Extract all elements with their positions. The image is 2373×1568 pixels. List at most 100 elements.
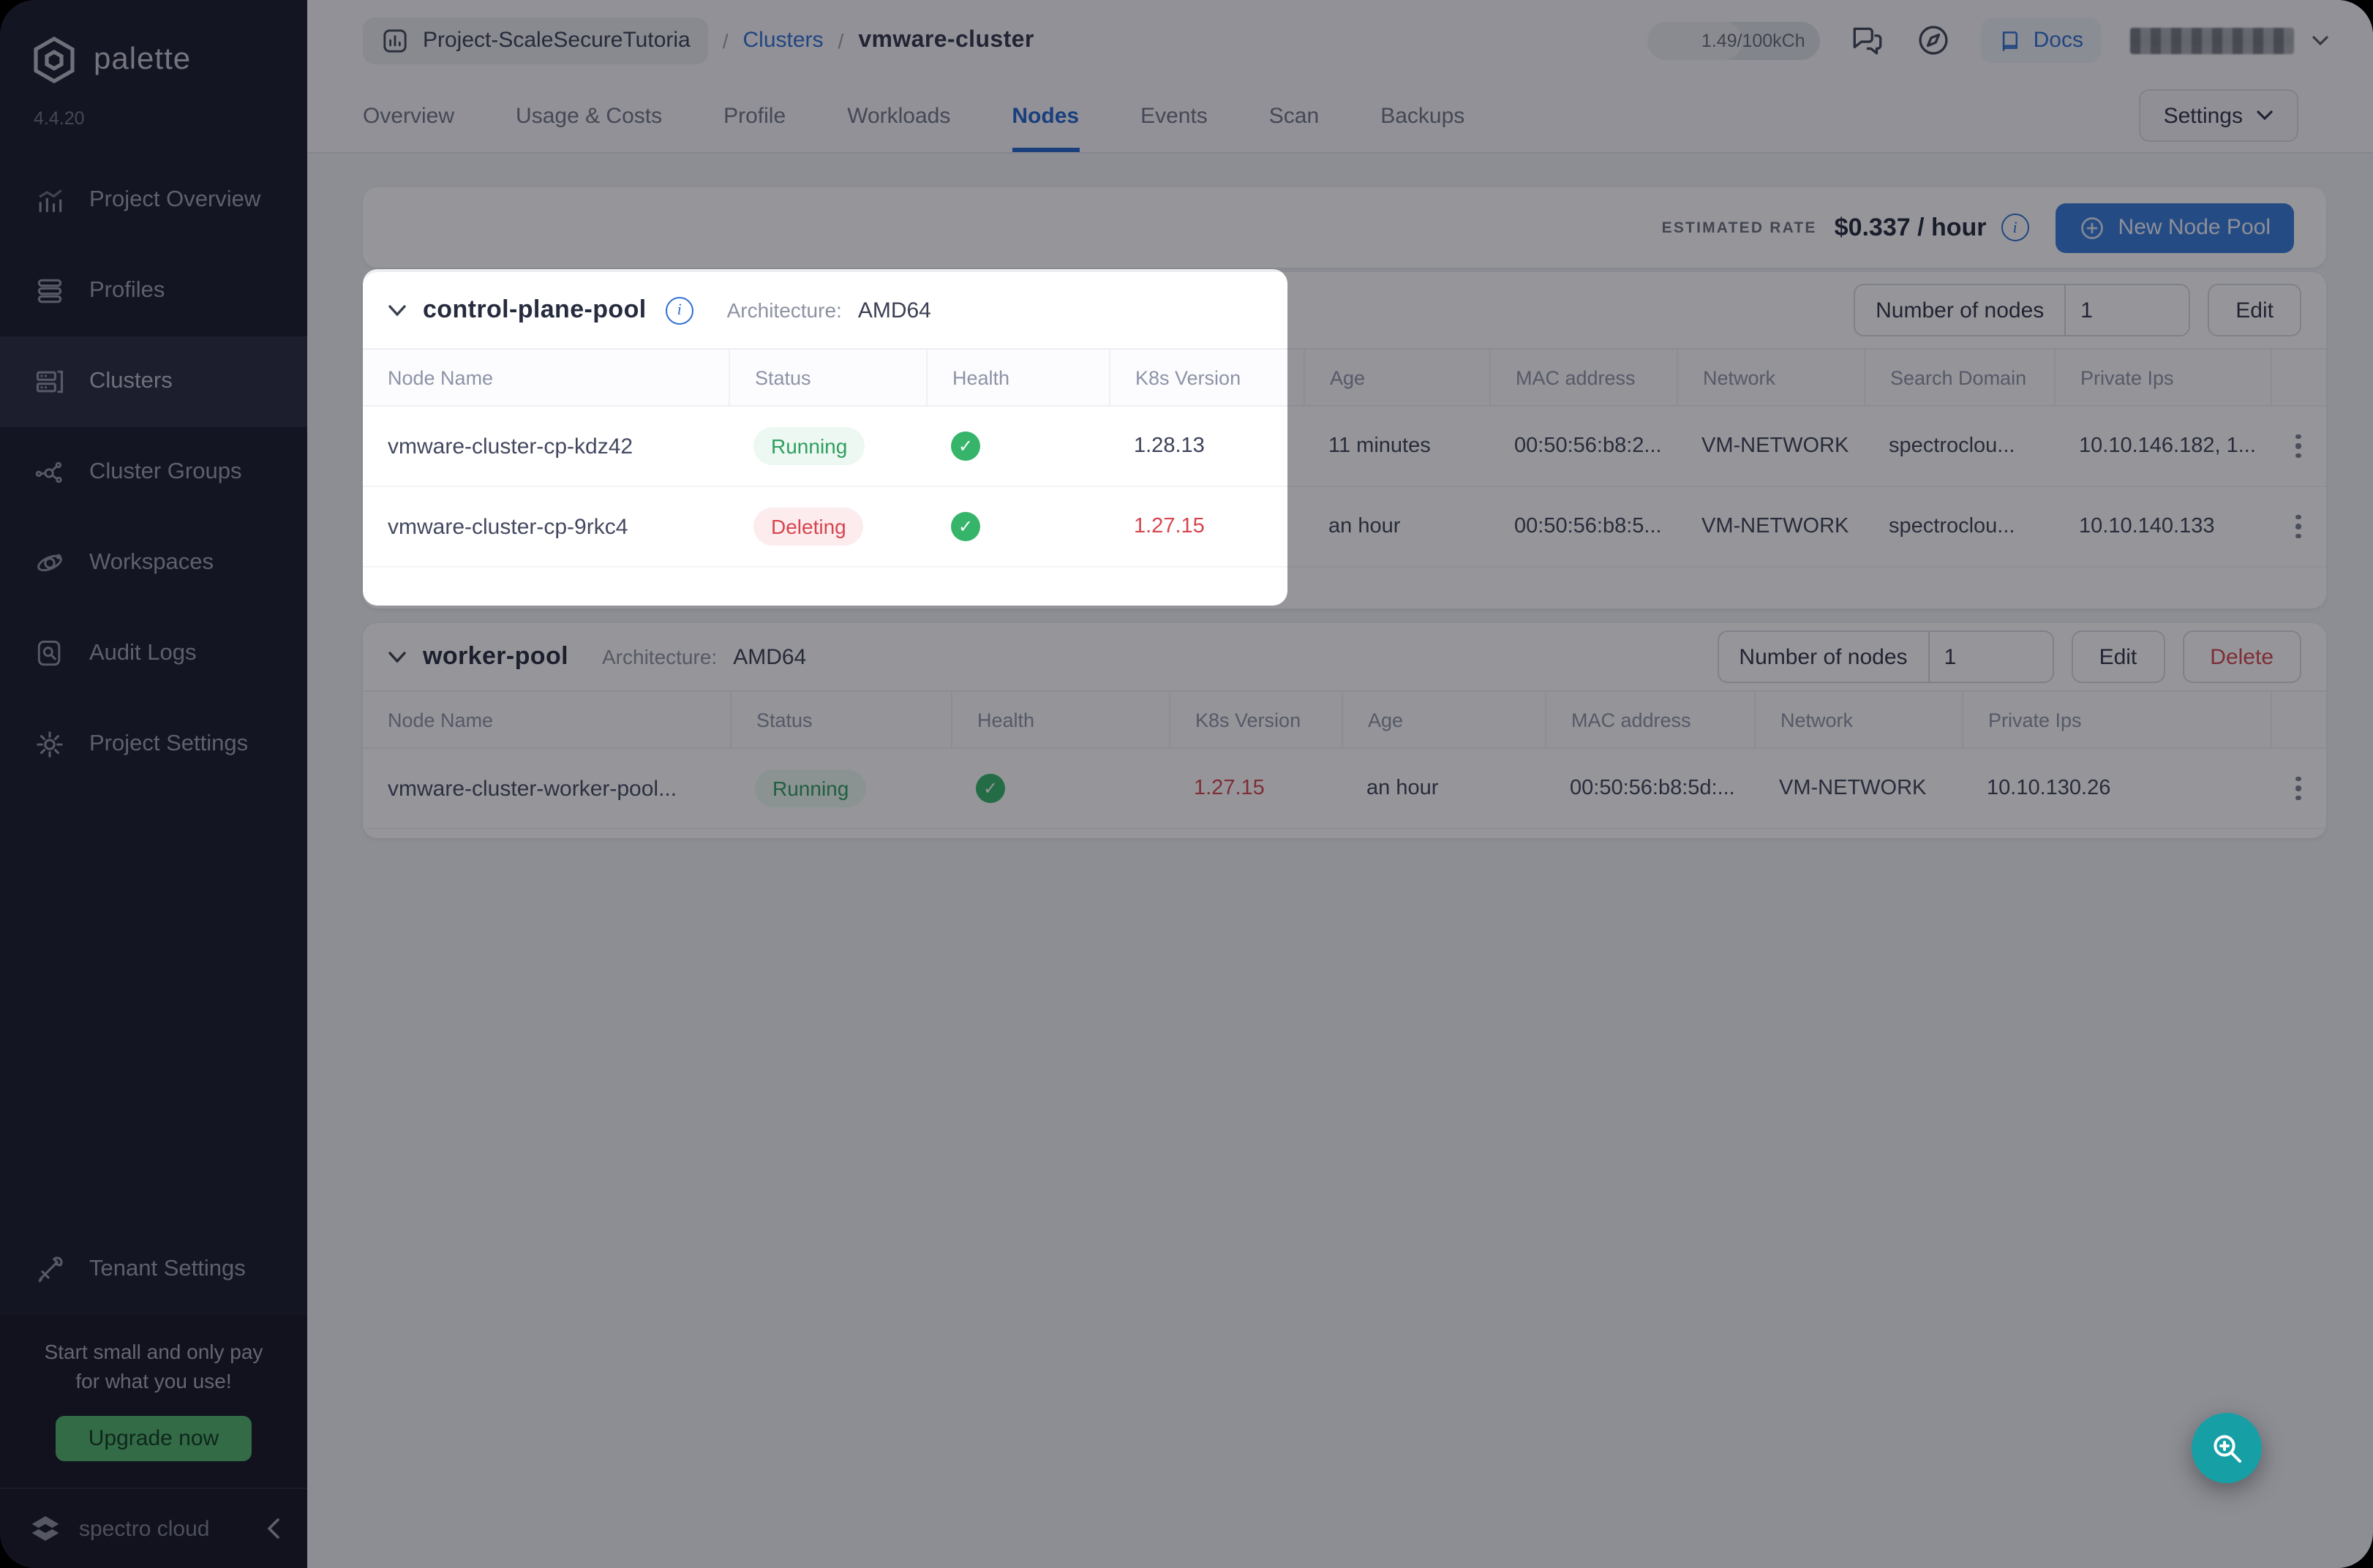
sidebar-item-label: Workspaces [89,550,214,576]
health-ok-icon: ✓ [976,774,1005,803]
pool-info-icon[interactable]: i [666,296,693,324]
pool-actions: Number of nodes Edit Delete [1717,630,2301,683]
row-menu-kebab-icon[interactable] [2271,515,2326,539]
collapse-sidebar-icon[interactable] [265,1517,281,1540]
sidebar-bottom: Tenant Settings Start small and only pay… [0,1225,307,1568]
table-row: vmware-cluster-worker-pool... Running ✓ … [363,749,2326,829]
chat-icon[interactable] [1849,22,1886,59]
upgrade-promo: Start small and only pay for what you us… [0,1316,307,1488]
pool-actions: Number of nodes Edit [1854,284,2301,336]
breadcrumb-clusters-link[interactable]: Clusters [743,28,824,53]
col-status: Status [729,350,926,405]
node-age: an hour [1342,777,1545,800]
node-private-ips: 10.10.146.182, 1... [2054,434,2271,458]
sidebar-footer: spectro cloud [0,1488,307,1568]
compass-icon[interactable] [1915,22,1952,59]
sidebar-item-label: Profiles [89,278,165,304]
palette-logo-icon [29,35,79,85]
rate-info-icon[interactable]: i [2001,214,2029,241]
table-header-row: Node Name Status Health K8s Version Age … [363,350,2326,407]
node-age: 11 minutes [1304,434,1489,458]
sidebar-item-audit-logs[interactable]: Audit Logs [0,608,307,699]
number-of-nodes-input[interactable] [2066,285,2189,335]
health-ok-icon: ✓ [951,431,980,461]
sidebar-item-project-settings[interactable]: Project Settings [0,699,307,790]
col-k8s-version: K8s Version [1169,692,1342,747]
table-row: vmware-cluster-cp-kdz42 Running ✓ 1.28.1… [363,407,2326,487]
tab-scan[interactable]: Scan [1269,80,1319,152]
node-network: VM-NETWORK [1754,777,1962,800]
user-name-redacted[interactable] [2130,27,2294,53]
node-name: vmware-cluster-cp-9rkc4 [363,514,729,539]
col-actions [2271,692,2326,747]
tab-profile[interactable]: Profile [723,80,786,152]
row-menu-kebab-icon[interactable] [2271,434,2326,459]
sidebar-item-label: Tenant Settings [89,1257,246,1284]
sidebar-item-workspaces[interactable]: Workspaces [0,518,307,608]
node-age: an hour [1304,515,1489,538]
main-area: Project-ScaleSecureTutoria / Clusters / … [307,0,2373,1568]
control-plane-pool-header: control-plane-pool i Architecture: AMD64… [363,272,2326,350]
docs-button[interactable]: Docs [1981,18,2101,63]
breadcrumb-project-name: Project-ScaleSecureTutoria [423,28,691,53]
orbit-icon [34,547,66,579]
edit-pool-button[interactable]: Edit [2208,284,2301,336]
upgrade-button[interactable]: Upgrade now [56,1416,251,1461]
col-age: Age [1342,692,1545,747]
number-of-nodes-input[interactable] [1930,632,2053,682]
server-rack-icon [34,366,66,398]
estimated-rate-label: ESTIMATED RATE [1662,219,1817,236]
delete-pool-button[interactable]: Delete [2182,630,2301,683]
tab-usage-costs[interactable]: Usage & Costs [516,80,662,152]
col-search-domain: Search Domain [1864,350,2054,405]
number-of-nodes-label: Number of nodes [1855,285,2066,335]
sidebar-item-cluster-groups[interactable]: Cluster Groups [0,427,307,518]
tab-events[interactable]: Events [1140,80,1208,152]
edit-pool-button[interactable]: Edit [2072,630,2165,683]
tab-workloads[interactable]: Workloads [847,80,950,152]
health-ok-icon: ✓ [951,512,980,541]
breadcrumb-current-page: vmware-cluster [858,27,1034,53]
col-health: Health [951,692,1169,747]
collapse-pool-chevron-icon[interactable] [388,650,407,663]
tab-nodes[interactable]: Nodes [1012,80,1079,152]
sidebar-item-project-overview[interactable]: Project Overview [0,155,307,246]
gear-icon [34,728,66,761]
chevron-down-icon [2256,110,2274,121]
sidebar-item-tenant-settings[interactable]: Tenant Settings [0,1225,307,1316]
node-private-ips: 10.10.130.26 [1962,777,2271,800]
col-private-ips: Private Ips [1962,692,2271,747]
sidebar-item-profiles[interactable]: Profiles [0,246,307,336]
architecture-label: Architecture: [727,298,842,322]
status-badge: Running [753,427,865,465]
col-node-name: Node Name [363,692,730,747]
project-chart-icon [380,26,410,55]
estimated-rate-value: $0.337 / hour [1835,213,1987,242]
tab-backups[interactable]: Backups [1380,80,1464,152]
node-network: VM-NETWORK [1677,434,1864,458]
worker-pool-card: worker-pool Architecture: AMD64 Number o… [363,623,2326,838]
worker-nodes-table: Node Name Status Health K8s Version Age … [363,692,2326,838]
user-menu-chevron-icon[interactable] [2312,34,2329,46]
settings-button[interactable]: Settings [2139,89,2298,142]
magnifier-icon [2209,1431,2244,1466]
collapse-pool-chevron-icon[interactable] [388,304,407,317]
col-actions [2271,350,2326,405]
node-mac: 00:50:56:b8:2... [1489,434,1677,458]
tab-overview[interactable]: Overview [363,80,454,152]
brand-name: palette [94,42,191,78]
book-icon [1998,28,2023,53]
number-of-nodes-control: Number of nodes [1717,630,2053,683]
usage-meter: 1.49/100kCh [1647,21,1820,59]
worker-pool-header: worker-pool Architecture: AMD64 Number o… [363,623,2326,692]
sidebar-item-clusters[interactable]: Clusters [0,336,307,427]
node-mac: 00:50:56:b8:5d:... [1545,777,1754,800]
sidebar-item-label: Audit Logs [89,641,197,667]
sidebar-item-label: Project Settings [89,731,248,758]
new-node-pool-button[interactable]: New Node Pool [2056,203,2294,252]
breadcrumb-project[interactable]: Project-ScaleSecureTutoria [363,17,708,64]
search-fab-button[interactable] [2192,1413,2262,1483]
col-k8s-version: K8s Version [1109,350,1304,405]
audit-search-doc-icon [34,638,66,670]
row-menu-kebab-icon[interactable] [2271,777,2326,801]
